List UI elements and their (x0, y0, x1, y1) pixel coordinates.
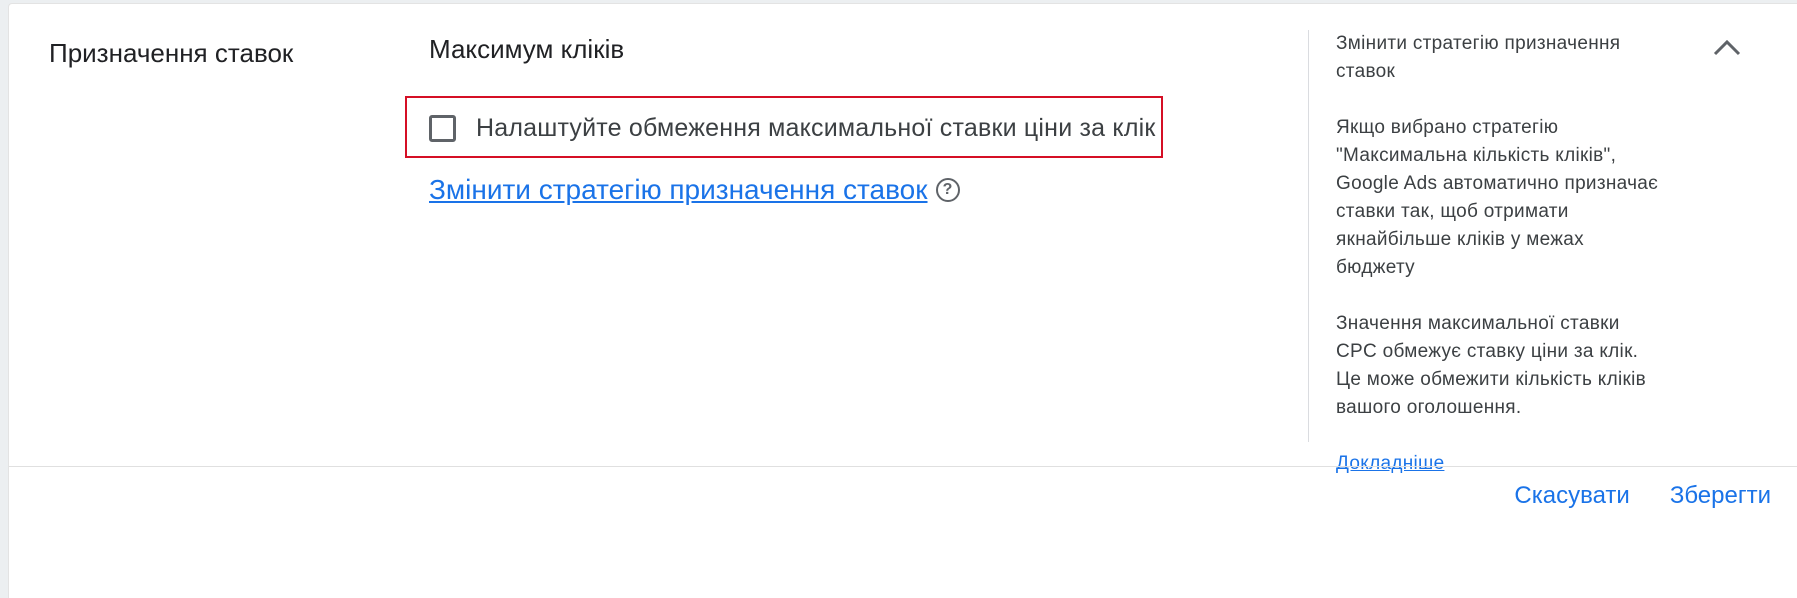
vertical-divider (1308, 30, 1309, 442)
collapse-button[interactable] (1709, 32, 1745, 62)
strategy-title: Максимум кліків (429, 34, 625, 64)
max-cpc-checkbox[interactable] (429, 115, 456, 142)
footer-divider (9, 466, 1797, 467)
change-strategy-link[interactable]: Змінити стратегію призначення ставок (429, 174, 928, 206)
side-panel-paragraph-2: Значення максимальної ставки CPC обмежує… (1336, 313, 1647, 418)
side-panel-title: Змінити стратегію призначення ставок (1336, 33, 1621, 82)
footer-actions: Скасувати Зберегти (1514, 482, 1771, 510)
bidding-card: Призначення ставок Максимум кліків Налаш… (8, 3, 1797, 598)
side-panel: Змінити стратегію призначення ставок Якщ… (1336, 30, 1666, 478)
chevron-up-icon (1713, 39, 1741, 56)
learn-more-link[interactable]: Докладніше (1336, 453, 1444, 474)
save-button[interactable]: Зберегти (1670, 482, 1771, 510)
section-title: Призначення ставок (49, 38, 294, 68)
max-cpc-checkbox-row[interactable]: Налаштуйте обмеження максимальної ставки… (429, 114, 1156, 143)
change-strategy-row: Змінити стратегію призначення ставок ? (429, 174, 960, 206)
bidding-main: Максимум кліків Налаштуйте обмеження мак… (405, 34, 1221, 205)
help-icon[interactable]: ? (935, 178, 960, 202)
cancel-button[interactable]: Скасувати (1514, 482, 1629, 510)
max-cpc-checkbox-label[interactable]: Налаштуйте обмеження максимальної ставки… (476, 114, 1156, 143)
side-panel-paragraph-1: Якщо вибрано стратегію "Максимальна кіль… (1336, 117, 1659, 278)
